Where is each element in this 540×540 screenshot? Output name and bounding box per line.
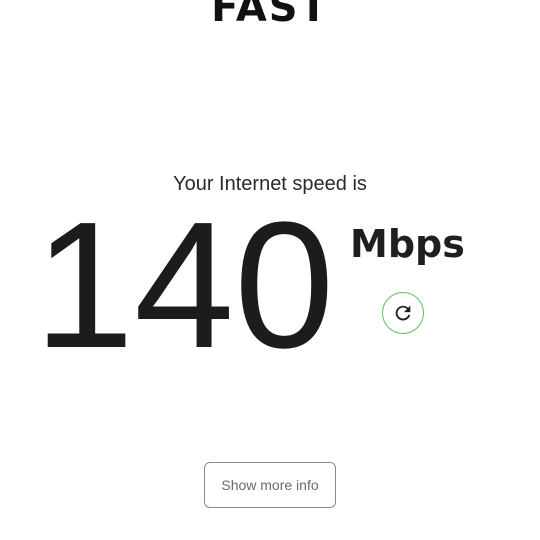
refresh-icon	[392, 302, 414, 324]
speed-value: 140	[34, 185, 335, 386]
refresh-button[interactable]	[382, 292, 424, 334]
speed-units: Mbps	[350, 222, 465, 266]
show-more-info-button[interactable]: Show more info	[204, 462, 336, 508]
fast-logo: FAST	[211, 0, 329, 31]
